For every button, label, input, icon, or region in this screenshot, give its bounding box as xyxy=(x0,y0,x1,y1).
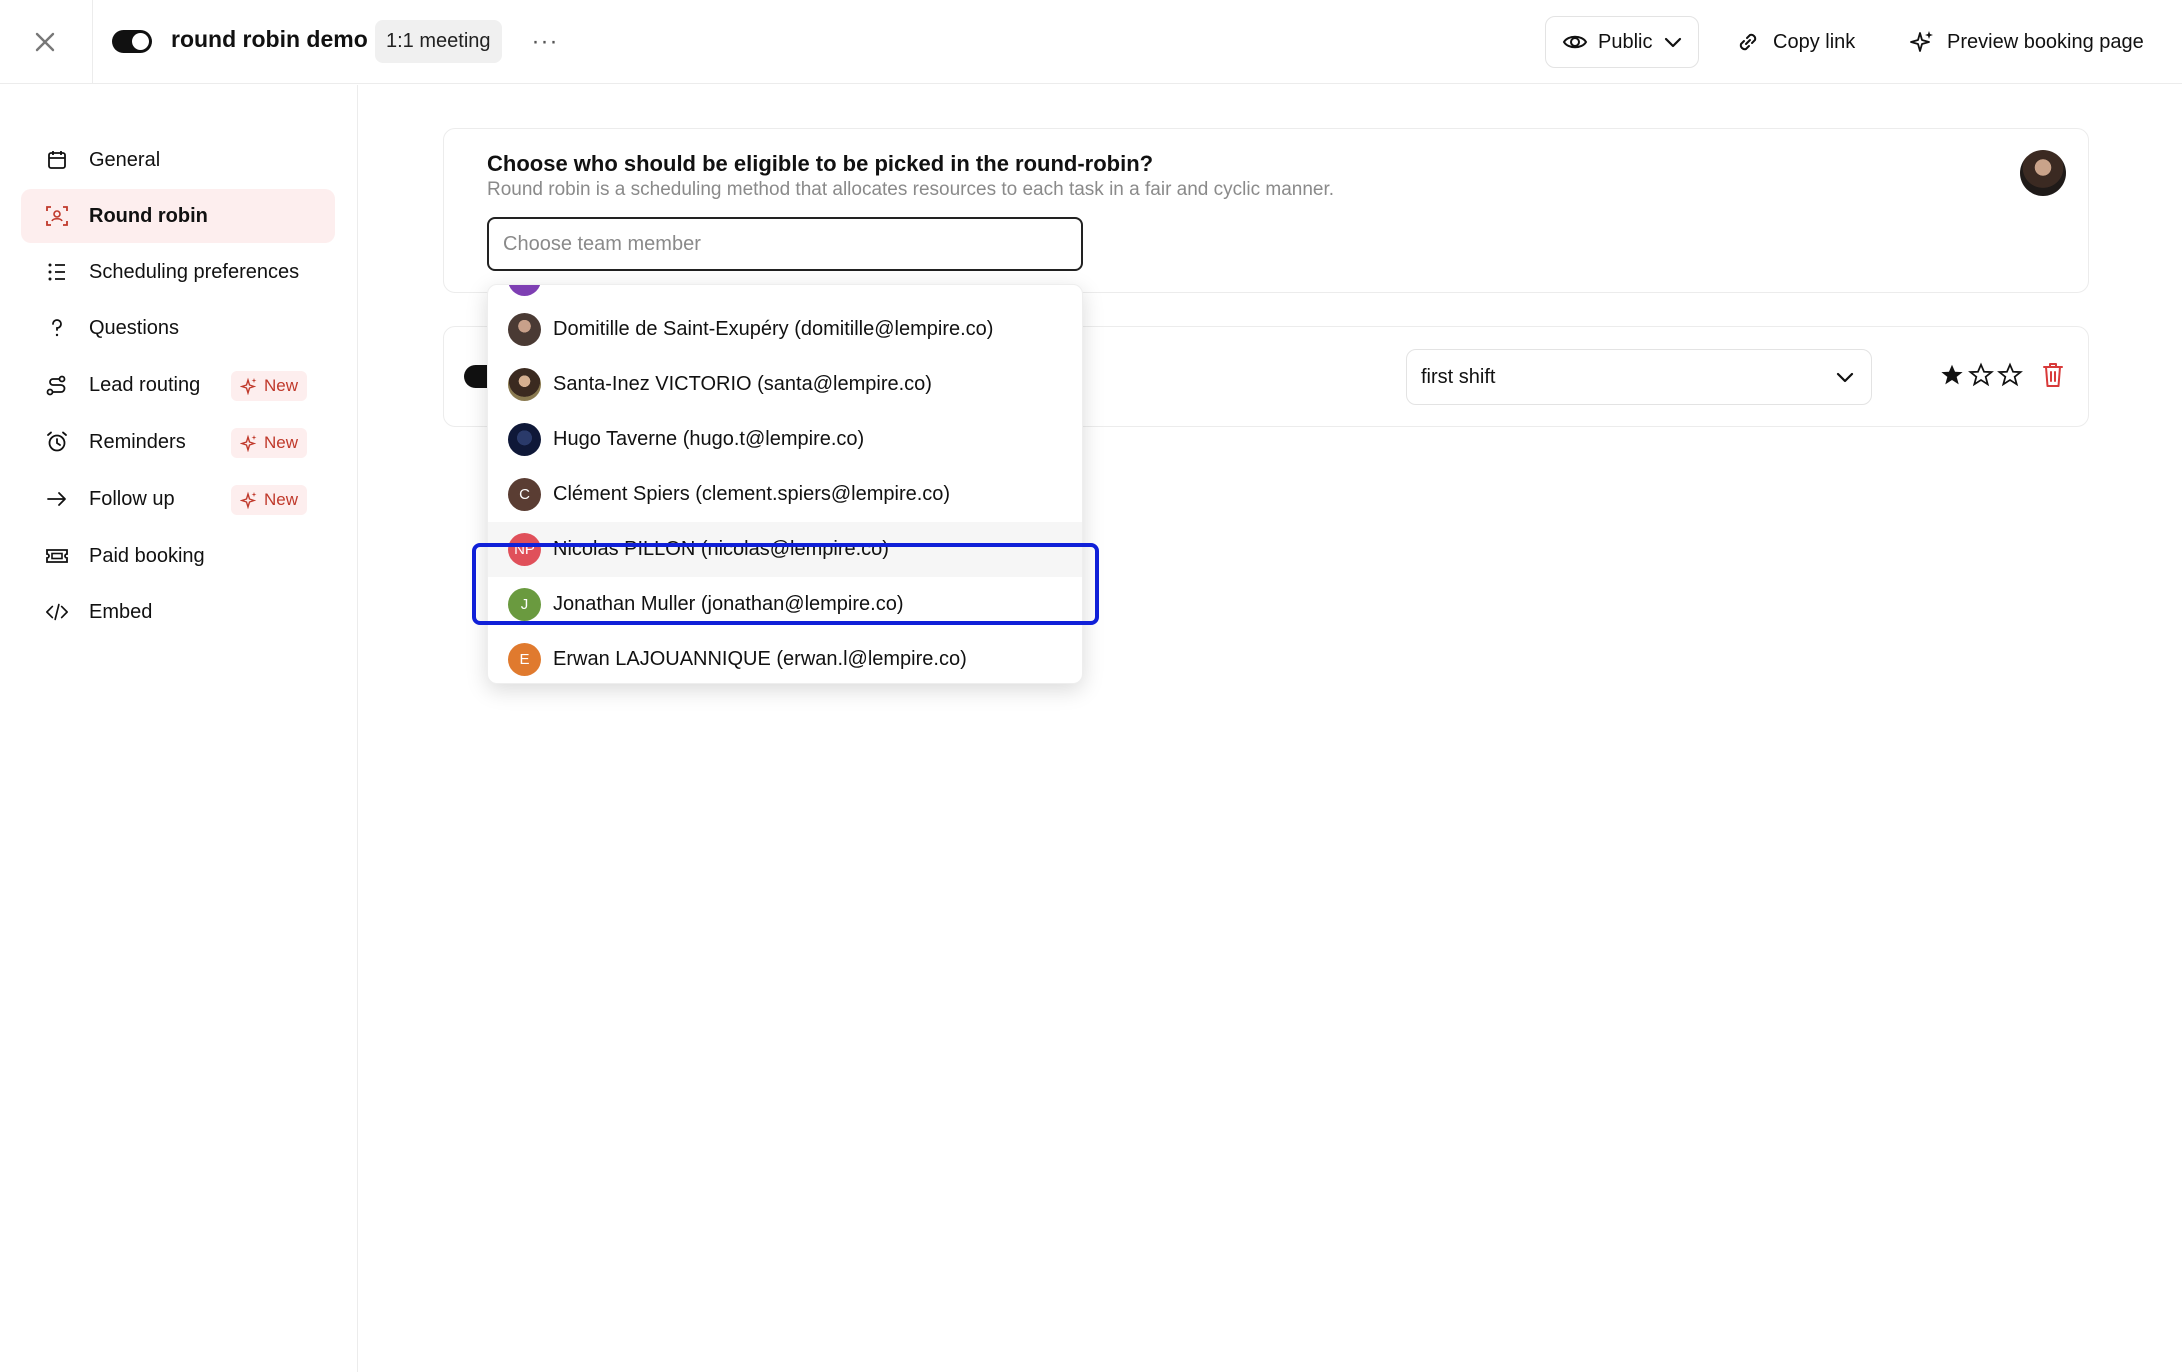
top-bar: round robin demo 1:1 meeting ··· Public … xyxy=(0,0,2182,84)
sidebar-item-general[interactable]: General xyxy=(21,133,335,187)
sidebar-item-label: Lead routing xyxy=(89,373,201,396)
sparkle-icon xyxy=(240,377,257,395)
avatar: C xyxy=(508,478,541,511)
link-icon xyxy=(1739,33,1757,51)
team-member-search-input[interactable] xyxy=(487,217,1083,271)
sidebar-item-round-robin[interactable]: Round robin xyxy=(21,189,335,243)
header-divider xyxy=(92,0,93,84)
meeting-type-badge[interactable]: 1:1 meeting xyxy=(375,20,502,63)
option-label: Jonathan Muller (jonathan@lempire.co) xyxy=(553,593,904,615)
sidebar-item-label: Follow up xyxy=(89,487,175,510)
sidebar-item-label: Paid booking xyxy=(89,544,205,567)
list-icon xyxy=(45,260,69,284)
event-active-toggle[interactable] xyxy=(112,30,152,53)
star-outline-icon[interactable] xyxy=(1997,362,2023,388)
sidebar-item-paid-booking[interactable]: Paid booking xyxy=(21,529,335,583)
calendar-icon xyxy=(45,148,69,172)
dropdown-option[interactable]: E Erwan LAJOUANNIQUE (erwan.l@lempire.co… xyxy=(488,632,1082,683)
visibility-dropdown[interactable]: Public xyxy=(1545,16,1699,68)
sidebar: General Round robin Scheduling preferenc… xyxy=(0,85,358,1372)
close-button[interactable] xyxy=(26,26,64,58)
arrow-right-icon xyxy=(45,487,69,511)
eligibility-card: Choose who should be eligible to be pick… xyxy=(443,128,2089,293)
eye-icon xyxy=(1562,35,1588,49)
option-label: Clément Spiers (clement.spiers@lempire.c… xyxy=(553,483,951,505)
close-icon xyxy=(35,32,55,52)
shift-select[interactable]: first shift xyxy=(1406,349,1872,405)
new-badge: New xyxy=(231,428,308,458)
option-label: Erwan LAJOUANNIQUE (erwan.l@lempire.co) xyxy=(553,648,967,670)
avatar: NP xyxy=(508,533,541,566)
ticket-icon xyxy=(45,544,69,568)
avatar: J xyxy=(508,588,541,621)
new-badge: New xyxy=(231,371,308,401)
team-member-dropdown: Domitille de Saint-Exupéry (domitille@le… xyxy=(487,284,1083,684)
sparkle-icon xyxy=(240,434,257,452)
page-title: round robin demo xyxy=(171,26,368,52)
shift-value: first shift xyxy=(1421,365,1496,388)
alarm-icon xyxy=(45,430,69,454)
sidebar-item-label: Embed xyxy=(89,600,153,623)
sparkle-icon xyxy=(1910,31,1933,52)
copy-link-label: Copy link xyxy=(1773,30,1856,53)
delete-member-button[interactable] xyxy=(2041,361,2065,394)
priority-rating[interactable] xyxy=(1939,362,2023,388)
sidebar-item-questions[interactable]: Questions xyxy=(21,301,335,355)
chevron-down-icon xyxy=(1665,37,1682,48)
sidebar-item-label: Scheduling preferences xyxy=(89,260,300,283)
dropdown-option[interactable]: NP Nicolas PILLON (nicolas@lempire.co) xyxy=(488,522,1082,577)
sidebar-item-follow-up[interactable]: Follow up New xyxy=(21,472,335,526)
sidebar-item-label: Round robin xyxy=(89,204,208,227)
dropdown-option[interactable]: Hugo Taverne (hugo.t@lempire.co) xyxy=(488,412,1082,467)
new-badge-label: New xyxy=(264,376,299,395)
visibility-label: Public xyxy=(1598,30,1653,53)
sidebar-item-label: Reminders xyxy=(89,430,186,453)
copy-link-button[interactable]: Copy link xyxy=(1735,16,1855,68)
eligibility-heading: Choose who should be eligible to be pick… xyxy=(487,151,1154,176)
trash-icon xyxy=(2043,363,2063,387)
round-robin-icon xyxy=(45,204,69,228)
new-badge-label: New xyxy=(264,490,299,509)
new-badge-label: New xyxy=(264,433,299,452)
eligibility-description: Round robin is a scheduling method that … xyxy=(487,179,1335,200)
sidebar-item-embed[interactable]: Embed xyxy=(21,585,335,639)
sidebar-item-label: Questions xyxy=(89,316,180,339)
dropdown-option[interactable]: J Jonathan Muller (jonathan@lempire.co) xyxy=(488,577,1082,632)
sparkle-icon xyxy=(240,491,257,509)
preview-booking-page-button[interactable]: Preview booking page xyxy=(1909,16,2144,68)
chevron-down-icon xyxy=(1836,372,1854,383)
dropdown-option[interactable]: Domitille de Saint-Exupéry (domitille@le… xyxy=(488,302,1082,357)
avatar xyxy=(508,423,541,456)
option-label: Domitille de Saint-Exupéry (domitille@le… xyxy=(553,318,994,340)
star-filled-icon[interactable] xyxy=(1939,362,1965,388)
preview-label: Preview booking page xyxy=(1947,30,2144,53)
dropdown-option[interactable]: Santa-Inez VICTORIO (santa@lempire.co) xyxy=(488,357,1082,412)
sidebar-item-reminders[interactable]: Reminders New xyxy=(21,415,335,469)
sidebar-item-scheduling-preferences[interactable]: Scheduling preferences xyxy=(21,245,335,299)
question-icon xyxy=(45,316,69,340)
sidebar-item-label: General xyxy=(89,148,161,171)
option-label: Nicolas PILLON (nicolas@lempire.co) xyxy=(553,538,889,560)
avatar xyxy=(2020,150,2066,196)
dropdown-option[interactable]: C Clément Spiers (clement.spiers@lempire… xyxy=(488,467,1082,522)
code-icon xyxy=(45,600,69,624)
avatar xyxy=(508,313,541,346)
option-label: Hugo Taverne (hugo.t@lempire.co) xyxy=(553,428,865,450)
sidebar-item-lead-routing[interactable]: Lead routing New xyxy=(21,358,335,412)
avatar xyxy=(508,368,541,401)
option-label: Santa-Inez VICTORIO (santa@lempire.co) xyxy=(553,373,932,395)
more-options-button[interactable]: ··· xyxy=(530,20,560,63)
star-outline-icon[interactable] xyxy=(1968,362,1994,388)
avatar xyxy=(508,285,541,296)
route-icon xyxy=(45,373,69,397)
avatar: E xyxy=(508,643,541,676)
new-badge: New xyxy=(231,485,308,515)
